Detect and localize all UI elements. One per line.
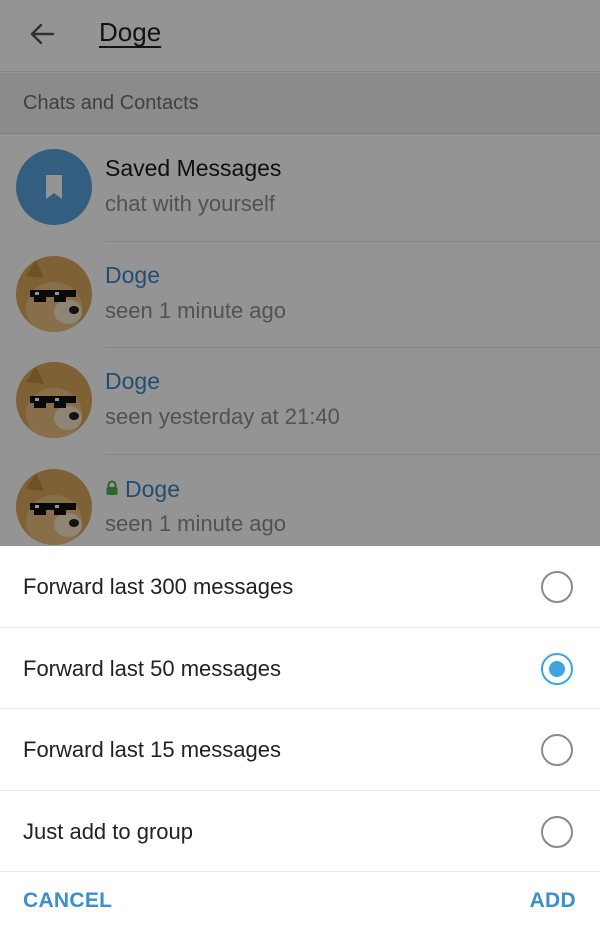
sheet-actions: CANCEL ADD — [0, 872, 600, 935]
option-forward-15[interactable]: Forward last 15 messages — [0, 709, 600, 791]
option-label: Forward last 50 messages — [23, 655, 281, 681]
option-forward-300[interactable]: Forward last 300 messages — [0, 546, 600, 628]
add-button[interactable]: ADD — [530, 889, 576, 913]
radio-button[interactable] — [541, 571, 573, 603]
option-label: Forward last 300 messages — [23, 574, 294, 599]
cancel-button[interactable]: CANCEL — [23, 889, 112, 913]
option-label: Forward last 15 messages — [23, 737, 281, 762]
option-label: Just add to group — [23, 818, 194, 844]
radio-button-selected[interactable] — [541, 652, 573, 685]
forward-options-sheet: Forward last 300 messages Forward last 5… — [0, 546, 600, 935]
radio-dot — [549, 660, 565, 677]
option-just-add[interactable]: Just add to group — [0, 791, 600, 872]
radio-button[interactable] — [541, 734, 573, 766]
radio-button[interactable] — [541, 815, 573, 848]
option-forward-50[interactable]: Forward last 50 messages — [0, 628, 600, 709]
